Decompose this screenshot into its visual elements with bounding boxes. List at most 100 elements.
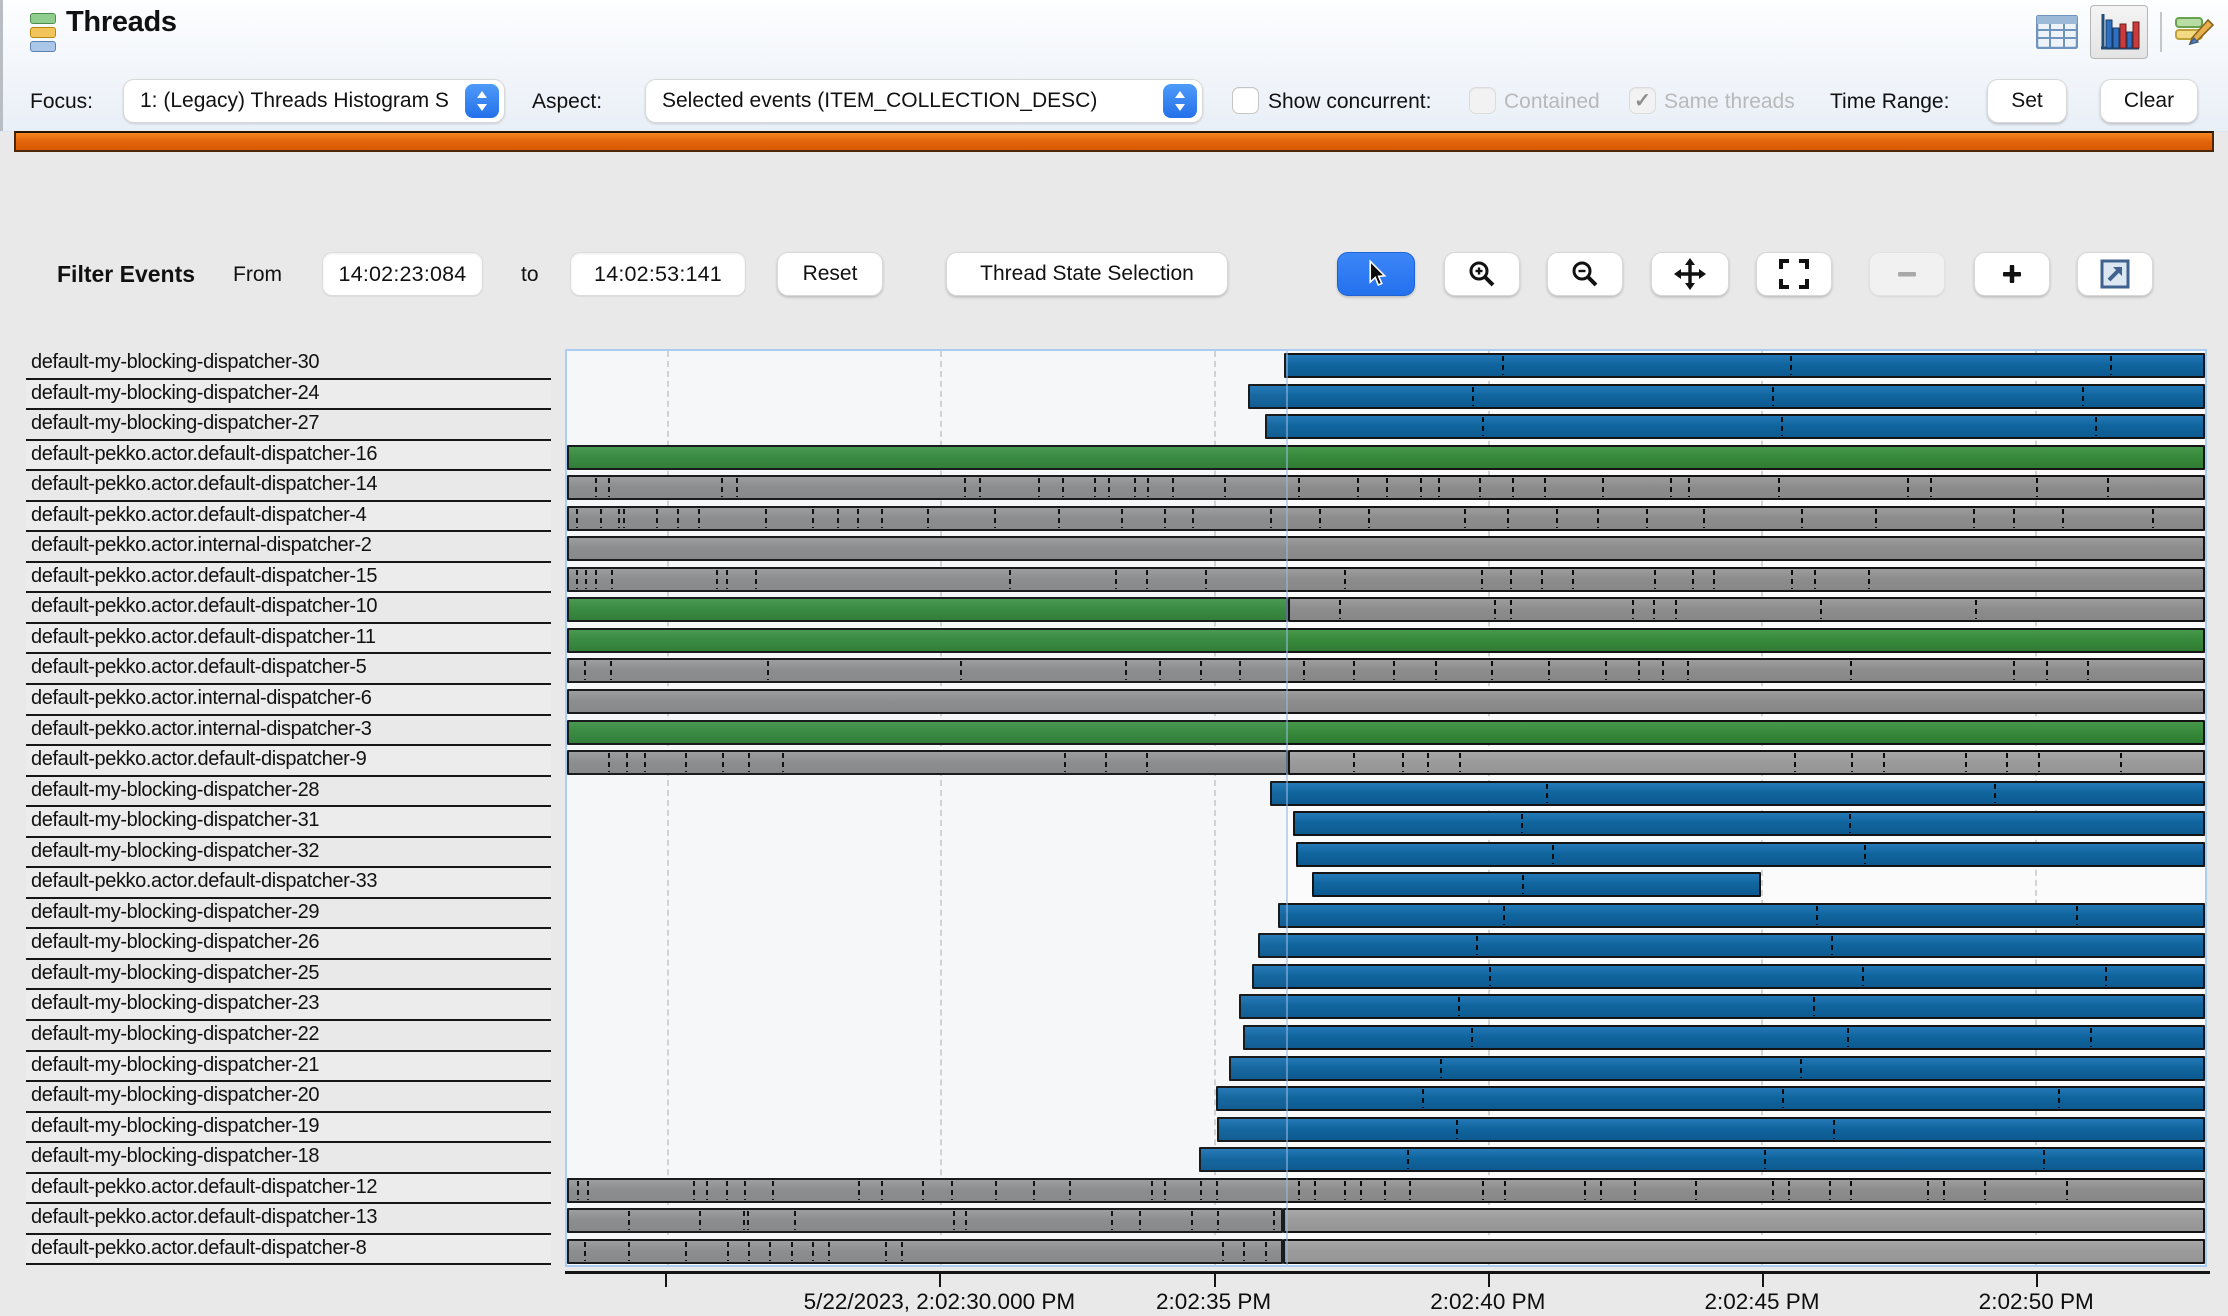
thread-label[interactable]: default-my-blocking-dispatcher-22	[26, 1021, 551, 1052]
thread-state-bar-blue[interactable]	[1277, 902, 2205, 928]
timeline-overview-strip[interactable]	[14, 131, 2214, 152]
thread-state-bar-blue[interactable]	[1199, 1147, 2205, 1173]
thread-label[interactable]: default-pekko.actor.default-dispatcher-1…	[26, 1204, 551, 1235]
timeline-row[interactable]	[567, 1084, 2205, 1115]
pan-tool-button[interactable]	[1651, 252, 1729, 296]
thread-label[interactable]: default-my-blocking-dispatcher-30	[26, 349, 551, 380]
timeline-row[interactable]	[567, 962, 2205, 993]
thread-state-bar-blue[interactable]	[1238, 994, 2205, 1020]
thread-state-bar-blue[interactable]	[1217, 1116, 2205, 1142]
thread-state-bar-blue[interactable]	[1228, 1055, 2205, 1081]
thread-state-bar-blue[interactable]	[1295, 841, 2205, 867]
thread-state-bar-blue[interactable]	[1292, 811, 2205, 837]
time-range-clear-button[interactable]: Clear	[2100, 79, 2198, 123]
timeline-row[interactable]	[567, 504, 2205, 535]
thread-state-bar-blue[interactable]	[1284, 353, 2205, 378]
edit-pencil-icon[interactable]	[2174, 12, 2214, 52]
reset-button[interactable]: Reset	[777, 252, 883, 296]
filter-from-input[interactable]: 14:02:23:084	[322, 252, 483, 296]
fit-view-button[interactable]	[1756, 252, 1832, 296]
timeline-row[interactable]	[567, 1206, 2205, 1237]
timeline-row[interactable]	[567, 595, 2205, 626]
thread-label[interactable]: default-my-blocking-dispatcher-32	[26, 838, 551, 869]
timeline-row[interactable]	[567, 870, 2205, 901]
thread-label[interactable]: default-pekko.actor.default-dispatcher-1…	[26, 471, 551, 502]
thread-label[interactable]: default-my-blocking-dispatcher-25	[26, 960, 551, 991]
thread-label[interactable]: default-my-blocking-dispatcher-31	[26, 807, 551, 838]
timeline-row[interactable]	[567, 443, 2205, 474]
zoom-out-button[interactable]	[1547, 252, 1623, 296]
expand-rows-button[interactable]	[1974, 252, 2050, 296]
timeline-row[interactable]	[567, 840, 2205, 871]
thread-state-bar-green[interactable]	[567, 444, 2205, 470]
table-view-icon[interactable]	[2036, 15, 2078, 49]
thread-label[interactable]: default-my-blocking-dispatcher-23	[26, 990, 551, 1022]
thread-label[interactable]: default-my-blocking-dispatcher-21	[26, 1051, 551, 1083]
thread-label[interactable]: default-pekko.actor.internal-dispatcher-…	[26, 685, 551, 716]
thread-state-bar-green[interactable]	[567, 597, 1288, 623]
timeline-row[interactable]	[567, 534, 2205, 565]
thread-label[interactable]: default-pekko.actor.default-dispatcher-3…	[26, 868, 551, 899]
zoom-in-button[interactable]	[1444, 252, 1520, 296]
thread-label[interactable]: default-pekko.actor.default-dispatcher-8	[26, 1234, 551, 1266]
timeline-row[interactable]	[567, 1237, 2205, 1265]
thread-state-bar-blue[interactable]	[1264, 414, 2205, 440]
thread-state-bar-gray[interactable]	[567, 658, 2205, 684]
thread-state-bar-gray[interactable]	[567, 1177, 2205, 1203]
thread-state-bar-gray[interactable]	[567, 566, 2205, 592]
timeline-row[interactable]	[567, 779, 2205, 810]
timeline-row[interactable]	[567, 718, 2205, 749]
thread-label[interactable]: default-my-blocking-dispatcher-28	[26, 777, 551, 808]
timeline-row[interactable]	[567, 382, 2205, 413]
filter-to-input[interactable]: 14:02:53:141	[570, 252, 746, 296]
thread-label[interactable]: default-pekko.actor.internal-dispatcher-…	[26, 716, 551, 747]
thread-state-bar-gray[interactable]	[567, 1238, 1283, 1264]
thread-state-bar-gray[interactable]	[567, 536, 2205, 562]
timeline-row[interactable]	[567, 412, 2205, 443]
thread-label[interactable]: default-my-blocking-dispatcher-19	[26, 1112, 551, 1144]
thread-label[interactable]: default-pekko.actor.internal-dispatcher-…	[26, 532, 551, 563]
thread-state-bar-blue[interactable]	[1243, 1025, 2205, 1051]
thread-label[interactable]: default-my-blocking-dispatcher-20	[26, 1082, 551, 1113]
thread-state-bar-blue[interactable]	[1312, 872, 1762, 898]
timeline-row[interactable]	[567, 565, 2205, 596]
aspect-select[interactable]: Selected events (ITEM_COLLECTION_DESC)	[645, 79, 1203, 123]
thread-state-bar-blue[interactable]	[1251, 963, 2205, 989]
timeline-row[interactable]	[567, 1054, 2205, 1085]
thread-state-bar-blue[interactable]	[1258, 933, 2205, 959]
thread-label[interactable]: default-my-blocking-dispatcher-29	[26, 899, 551, 930]
thread-state-selection-button[interactable]: Thread State Selection	[946, 252, 1228, 296]
thread-state-bar-gray[interactable]	[567, 505, 2205, 531]
thread-state-bar-gray[interactable]	[1287, 597, 2205, 623]
timeline-row[interactable]	[567, 687, 2205, 718]
thread-state-bar-gray[interactable]	[567, 475, 2205, 501]
thread-label[interactable]: default-my-blocking-dispatcher-24	[26, 379, 551, 411]
thread-label[interactable]: default-my-blocking-dispatcher-18	[26, 1143, 551, 1174]
timeline-row[interactable]	[567, 901, 2205, 932]
thread-state-bar-blue[interactable]	[1248, 383, 2205, 409]
cursor-tool-button[interactable]	[1337, 252, 1415, 296]
thread-state-bar-green[interactable]	[567, 627, 2205, 653]
thread-state-bar-gray2[interactable]	[1282, 1208, 2205, 1234]
timeline-row[interactable]	[567, 809, 2205, 840]
thread-label[interactable]: default-my-blocking-dispatcher-27	[26, 410, 551, 441]
thread-label[interactable]: default-pekko.actor.default-dispatcher-9	[26, 746, 551, 777]
timeline-row[interactable]	[567, 748, 2205, 779]
timeline-row[interactable]	[567, 656, 2205, 687]
thread-state-bar-gray2[interactable]	[1287, 750, 2205, 776]
thread-label[interactable]: default-pekko.actor.default-dispatcher-5	[26, 654, 551, 686]
thread-label[interactable]: default-pekko.actor.default-dispatcher-1…	[26, 593, 551, 624]
thread-label[interactable]: default-pekko.actor.default-dispatcher-4	[26, 501, 551, 533]
chart-view-icon[interactable]	[2090, 5, 2148, 59]
thread-label[interactable]: default-pekko.actor.default-dispatcher-1…	[26, 623, 551, 655]
thread-state-bar-gray2[interactable]	[1282, 1238, 2205, 1264]
timeline-row[interactable]	[567, 351, 2205, 382]
thread-label[interactable]: default-pekko.actor.default-dispatcher-1…	[26, 1173, 551, 1205]
timeline-row[interactable]	[567, 1115, 2205, 1146]
show-concurrent-checkbox[interactable]	[1232, 87, 1259, 114]
thread-label[interactable]: default-pekko.actor.default-dispatcher-1…	[26, 562, 551, 594]
open-external-button[interactable]	[2077, 252, 2153, 296]
time-range-set-button[interactable]: Set	[1987, 79, 2067, 123]
timeline-row[interactable]	[567, 1023, 2205, 1054]
thread-label[interactable]: default-my-blocking-dispatcher-26	[26, 929, 551, 960]
